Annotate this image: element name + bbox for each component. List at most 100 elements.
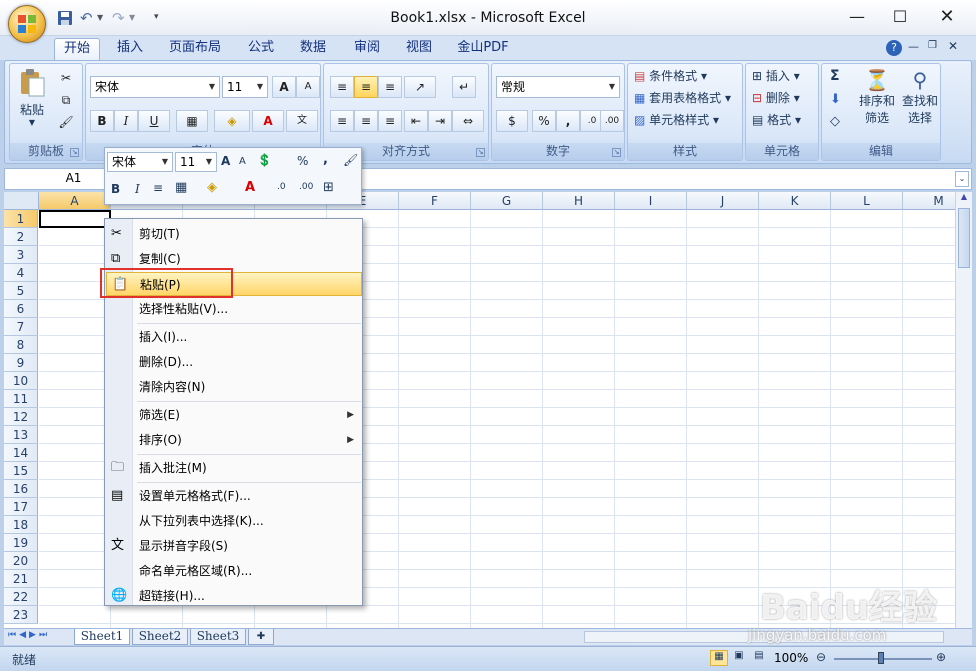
- alignment-launcher-icon[interactable]: ↘: [476, 148, 485, 157]
- column-header[interactable]: A: [39, 192, 111, 210]
- row-header[interactable]: 20: [4, 552, 38, 570]
- row-header[interactable]: 22: [4, 588, 38, 606]
- align-middle-icon[interactable]: ≡: [354, 76, 378, 98]
- tab-formulas[interactable]: 公式: [238, 38, 284, 60]
- row-header[interactable]: 6: [4, 300, 38, 318]
- font-name-combo[interactable]: 宋体 ▼: [90, 76, 220, 98]
- borders-icon[interactable]: ▦: [176, 110, 208, 132]
- row-header[interactable]: 18: [4, 516, 38, 534]
- ribbon-close-icon[interactable]: ✕: [948, 39, 958, 53]
- context-menu-item[interactable]: 筛选(E) ▶: [106, 403, 362, 427]
- tab-insert[interactable]: 插入: [106, 38, 154, 60]
- row-header[interactable]: 4: [4, 264, 38, 282]
- close-button[interactable]: ✕: [932, 6, 962, 28]
- italic-button[interactable]: I: [114, 110, 138, 132]
- mini-increase-decimal-icon[interactable]: .0: [277, 182, 286, 192]
- column-header[interactable]: L: [831, 192, 903, 210]
- copy-icon[interactable]: ⧉: [54, 90, 78, 112]
- row-header[interactable]: 8: [4, 336, 38, 354]
- office-button[interactable]: [8, 5, 46, 43]
- increase-indent-icon[interactable]: ⇥: [428, 110, 452, 132]
- scroll-thumb[interactable]: [958, 208, 970, 268]
- mini-center-icon[interactable]: ≡: [153, 181, 163, 195]
- sheet-nav-icon[interactable]: ⏮◀▶⏭: [8, 630, 50, 640]
- row-header[interactable]: 10: [4, 372, 38, 390]
- mini-decrease-decimal-icon[interactable]: .00: [299, 182, 313, 192]
- grow-font-button[interactable]: A: [272, 76, 296, 98]
- align-bottom-icon[interactable]: ≡: [378, 76, 402, 98]
- row-header[interactable]: 15: [4, 462, 38, 480]
- tab-view[interactable]: 视图: [396, 38, 442, 60]
- column-header[interactable]: K: [759, 192, 831, 210]
- bold-button[interactable]: B: [90, 110, 114, 132]
- paste-button[interactable]: 粘贴 ▼: [16, 68, 48, 140]
- row-header[interactable]: 5: [4, 282, 38, 300]
- fill-icon[interactable]: ⬇: [830, 92, 841, 107]
- mini-font-combo[interactable]: 宋体 ▼: [107, 152, 173, 172]
- number-launcher-icon[interactable]: ↘: [612, 148, 621, 157]
- mini-grow-font-icon[interactable]: A: [221, 154, 230, 168]
- row-header[interactable]: 23: [4, 606, 38, 624]
- help-icon[interactable]: ?: [886, 40, 902, 56]
- tab-page-layout[interactable]: 页面布局: [160, 38, 230, 60]
- row-header[interactable]: 3: [4, 246, 38, 264]
- wrap-text-icon[interactable]: ↵: [452, 76, 476, 98]
- column-header[interactable]: G: [471, 192, 543, 210]
- percent-button[interactable]: %: [532, 110, 556, 132]
- context-menu-item[interactable]: 插入(I)...: [106, 325, 362, 349]
- expand-formula-icon[interactable]: ⌄: [955, 171, 969, 187]
- align-top-icon[interactable]: ≡: [330, 76, 354, 98]
- page-break-view-icon[interactable]: ▤: [750, 650, 768, 666]
- cut-icon[interactable]: ✂: [54, 68, 78, 90]
- mini-fill-color-icon[interactable]: ◈: [207, 180, 217, 195]
- mini-italic-button[interactable]: I: [135, 182, 140, 196]
- context-menu-item[interactable]: 🗀 插入批注(M): [106, 456, 362, 480]
- context-menu-item[interactable]: 选择性粘贴(V)...: [106, 297, 362, 321]
- tab-kingsoft-pdf[interactable]: 金山PDF: [450, 38, 516, 60]
- zoom-in-icon[interactable]: ⊕: [936, 650, 946, 664]
- minimize-button[interactable]: —: [842, 6, 872, 28]
- column-header[interactable]: J: [687, 192, 759, 210]
- find-select-button[interactable]: ⚲ 查找和 选择: [900, 68, 940, 126]
- row-header[interactable]: 19: [4, 534, 38, 552]
- align-center-icon[interactable]: ≡: [354, 110, 378, 132]
- ribbon-restore-icon[interactable]: ❐: [928, 40, 937, 51]
- row-header[interactable]: 9: [4, 354, 38, 372]
- row-header[interactable]: 17: [4, 498, 38, 516]
- clipboard-launcher-icon[interactable]: ↘: [70, 148, 79, 157]
- autosum-button[interactable]: Σ: [830, 68, 840, 84]
- merge-center-icon[interactable]: ⇔: [452, 110, 484, 132]
- context-menu-item[interactable]: 清除内容(N): [106, 375, 362, 399]
- mini-font-color-icon[interactable]: A: [245, 180, 255, 195]
- zoom-out-icon[interactable]: ⊖: [816, 650, 826, 664]
- page-layout-view-icon[interactable]: ▣: [730, 650, 748, 666]
- context-menu-item[interactable]: ✂ 剪切(T): [106, 222, 362, 246]
- new-sheet-icon[interactable]: ✚: [248, 629, 274, 645]
- sort-filter-button[interactable]: ⏳ 排序和 筛选: [856, 68, 898, 126]
- row-header[interactable]: 12: [4, 408, 38, 426]
- font-size-combo[interactable]: 11 ▼: [222, 76, 268, 98]
- maximize-button[interactable]: ☐: [885, 6, 915, 28]
- context-menu-item[interactable]: ▤ 设置单元格格式(F)...: [106, 484, 362, 508]
- mini-bold-button[interactable]: B: [111, 182, 120, 196]
- select-all-corner[interactable]: [4, 192, 39, 210]
- row-header[interactable]: 14: [4, 444, 38, 462]
- context-menu-item[interactable]: 命名单元格区域(R)...: [106, 559, 362, 583]
- decrease-indent-icon[interactable]: ⇤: [404, 110, 428, 132]
- mini-borders-icon[interactable]: ▦: [175, 180, 187, 195]
- phonetic-icon[interactable]: 文: [286, 110, 318, 132]
- mini-shrink-font-icon[interactable]: A: [239, 156, 246, 167]
- normal-view-icon[interactable]: ▦: [710, 650, 728, 666]
- row-header[interactable]: 13: [4, 426, 38, 444]
- mini-comma-button[interactable]: ,: [323, 152, 328, 167]
- conditional-format-button[interactable]: ▤ 条件格式 ▾: [634, 66, 707, 88]
- comma-button[interactable]: ,: [556, 110, 580, 132]
- underline-button[interactable]: U: [138, 110, 170, 132]
- row-header[interactable]: 21: [4, 570, 38, 588]
- number-format-combo[interactable]: 常规 ▼: [496, 76, 620, 98]
- column-header[interactable]: M: [903, 192, 955, 210]
- row-header[interactable]: 7: [4, 318, 38, 336]
- mini-merge-icon[interactable]: ⊞: [323, 180, 334, 195]
- column-header[interactable]: H: [543, 192, 615, 210]
- active-cell[interactable]: [39, 210, 111, 228]
